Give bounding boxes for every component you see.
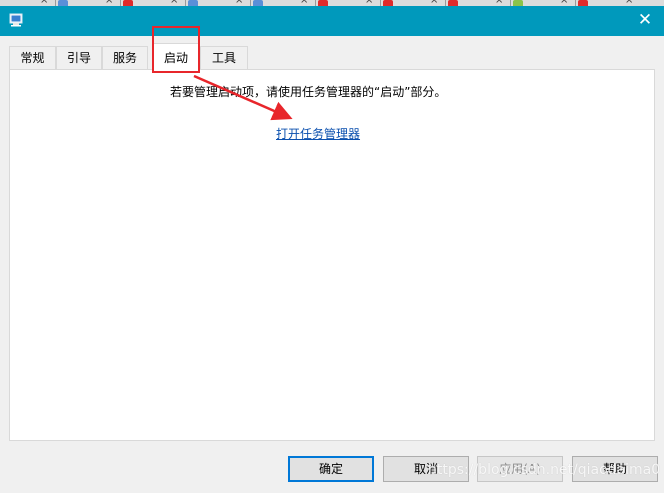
annotation-arrow — [193, 74, 293, 121]
